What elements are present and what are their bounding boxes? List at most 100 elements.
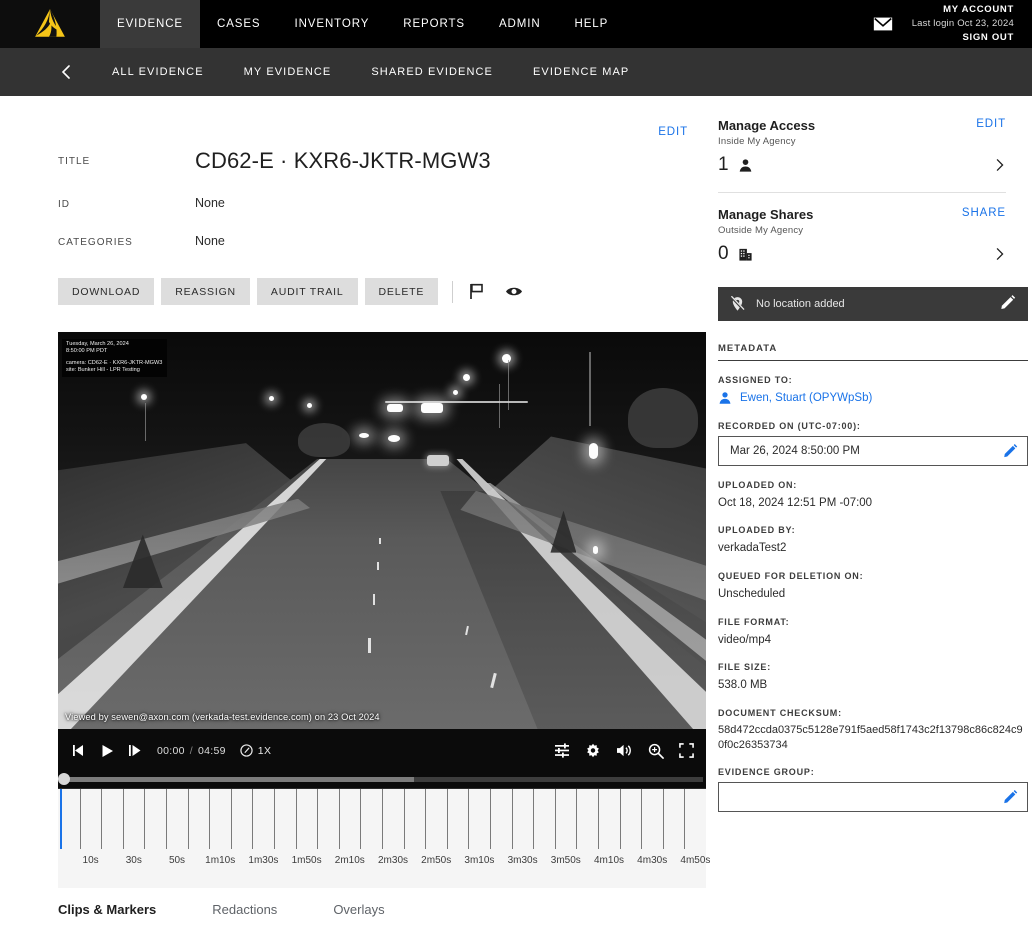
document-checksum-value: 58d472ccda0375c5128e791f5aed58f1743c2f13… [718, 723, 1028, 753]
location-off-icon [730, 296, 745, 312]
metadata-header: METADATA [718, 343, 1028, 361]
fullscreen-icon[interactable] [679, 743, 694, 758]
metadata-panel: METADATA ASSIGNED TO: Ewen, Stuart (OPYW… [718, 343, 1028, 812]
tab-overlays[interactable]: Overlays [333, 902, 384, 917]
edit-details-link[interactable]: EDIT [658, 126, 688, 138]
manage-shares-share-link[interactable]: SHARE [962, 207, 1006, 219]
video-overhead-sign [387, 404, 403, 412]
osd-site: site: Bunker Hill - LPR Testing [66, 367, 162, 374]
action-button-row: DOWNLOAD REASSIGN AUDIT TRAIL DELETE [0, 278, 714, 305]
delete-button[interactable]: DELETE [365, 278, 439, 305]
nav-item-cases[interactable]: CASES [200, 0, 278, 48]
audit-trail-button[interactable]: AUDIT TRAIL [257, 278, 358, 305]
subnav-item-shared-evidence[interactable]: SHARED EVIDENCE [371, 66, 493, 78]
playback-speed-control[interactable]: 1X [240, 744, 272, 757]
scrub-handle[interactable] [58, 773, 70, 785]
nav-item-inventory[interactable]: INVENTORY [278, 0, 387, 48]
flag-glyph [469, 283, 484, 300]
volume-icon[interactable] [616, 743, 633, 758]
top-nav-links: EVIDENCE CASES INVENTORY REPORTS ADMIN H… [100, 0, 625, 48]
evidence-group-edit-icon[interactable] [1003, 789, 1018, 804]
manage-access-subtitle: Inside My Agency [718, 136, 815, 147]
timeline-tick [144, 789, 145, 849]
subnav-item-all-evidence[interactable]: ALL EVIDENCE [112, 66, 204, 78]
step-forward-icon[interactable] [128, 744, 143, 757]
subnav-item-my-evidence[interactable]: MY EVIDENCE [244, 66, 332, 78]
nav-item-help[interactable]: HELP [558, 0, 626, 48]
mail-icon[interactable] [872, 13, 894, 35]
timeline-tick [209, 789, 210, 849]
nav-label: ADMIN [499, 18, 541, 30]
file-size-value: 538.0 MB [718, 677, 1028, 694]
timeline-tick [684, 789, 685, 849]
manage-shares-count: 0 [718, 243, 729, 265]
chevron-right-icon[interactable] [994, 159, 1006, 171]
axon-logo[interactable] [0, 0, 100, 48]
timeline-tick [188, 789, 189, 849]
video-foliage [298, 423, 350, 457]
editor-tabs: Clips & Markers Redactions Overlays [0, 902, 714, 917]
reassign-button[interactable]: REASSIGN [161, 278, 250, 305]
assigned-to-value[interactable]: Ewen, Stuart (OPYWpSb) [740, 390, 872, 407]
video-osd-overlay: Tuesday, March 26, 2024 8:50:00 PM PDT c… [62, 339, 167, 377]
video-scrubber[interactable] [58, 772, 706, 788]
tab-clips-and-markers[interactable]: Clips & Markers [58, 902, 156, 917]
file-format-label: FILE FORMAT: [718, 617, 1028, 627]
timeline-tick [296, 789, 297, 849]
magnifier-plus-icon[interactable] [648, 743, 664, 759]
axon-logo-icon [33, 8, 67, 40]
recorded-on-edit-icon[interactable] [1003, 443, 1018, 458]
timeline-tick [555, 789, 556, 849]
step-backward-glyph [72, 744, 87, 757]
video-frame[interactable]: Tuesday, March 26, 2024 8:50:00 PM PDT c… [58, 332, 706, 729]
scrub-track[interactable] [61, 777, 703, 782]
sign-out-link[interactable]: SIGN OUT [912, 31, 1014, 45]
my-account-label[interactable]: MY ACCOUNT [912, 3, 1014, 17]
action-divider [452, 281, 453, 303]
video-lane-dash [379, 538, 381, 544]
video-streetlight [269, 396, 274, 401]
subnav-item-evidence-map[interactable]: EVIDENCE MAP [533, 66, 629, 78]
timeline-tick [576, 789, 577, 849]
video-player: Tuesday, March 26, 2024 8:50:00 PM PDT c… [58, 332, 706, 888]
nav-item-admin[interactable]: ADMIN [482, 0, 558, 48]
gear-glyph [585, 743, 601, 759]
osd-camera: camera: CD62-E · KXR6-JKTR-MGW3 [66, 360, 162, 367]
timeline-tick [101, 789, 102, 849]
nav-item-evidence[interactable]: EVIDENCE [100, 0, 200, 48]
account-block: MY ACCOUNT Last login Oct 23, 2024 SIGN … [912, 3, 1020, 44]
eye-icon[interactable] [501, 279, 527, 305]
timeline-playhead[interactable] [60, 789, 62, 849]
manage-shares-block: Manage Shares Outside My Agency SHARE 0 [718, 193, 1006, 265]
location-edit-icon[interactable] [1000, 294, 1016, 315]
categories-value: None [195, 234, 225, 248]
video-timeline[interactable]: 10s30s50s1m10s1m30s1m50s2m10s2m30s2m50s3… [58, 788, 706, 888]
id-field-row: ID None [0, 196, 714, 210]
play-icon[interactable] [101, 744, 114, 758]
evidence-group-field[interactable] [718, 782, 1028, 812]
sliders-icon[interactable] [554, 743, 570, 758]
timeline-label: 2m10s [335, 855, 365, 866]
step-backward-icon[interactable] [72, 744, 87, 757]
flag-icon[interactable] [463, 279, 489, 305]
manage-shares-count-row[interactable]: 0 [718, 243, 1006, 265]
download-button[interactable]: DOWNLOAD [58, 278, 154, 305]
nav-label: EVIDENCE [117, 18, 183, 30]
gear-icon[interactable] [585, 743, 601, 759]
manage-access-edit-link[interactable]: EDIT [976, 118, 1006, 130]
manage-shares-head: Manage Shares Outside My Agency SHARE [718, 207, 1006, 236]
back-button[interactable] [58, 64, 74, 80]
video-controls-bar: 00:00/04:59 1X [58, 729, 706, 772]
video-vehicle [427, 455, 449, 466]
tab-redactions[interactable]: Redactions [212, 902, 277, 917]
player-right-controls [554, 743, 694, 759]
recorded-on-field[interactable]: Mar 26, 2024 8:50:00 PM [718, 436, 1028, 466]
timeline-tick [317, 789, 318, 849]
manage-access-count-row[interactable]: 1 [718, 154, 1006, 176]
chevron-right-icon[interactable] [994, 248, 1006, 260]
top-nav-right: MY ACCOUNT Last login Oct 23, 2024 SIGN … [872, 0, 1032, 48]
page-title: CD62-E · KXR6-JKTR-MGW3 [195, 148, 491, 174]
nav-item-reports[interactable]: REPORTS [386, 0, 482, 48]
timeline-label: 3m30s [508, 855, 538, 866]
top-navigation-bar: EVIDENCE CASES INVENTORY REPORTS ADMIN H… [0, 0, 1032, 48]
